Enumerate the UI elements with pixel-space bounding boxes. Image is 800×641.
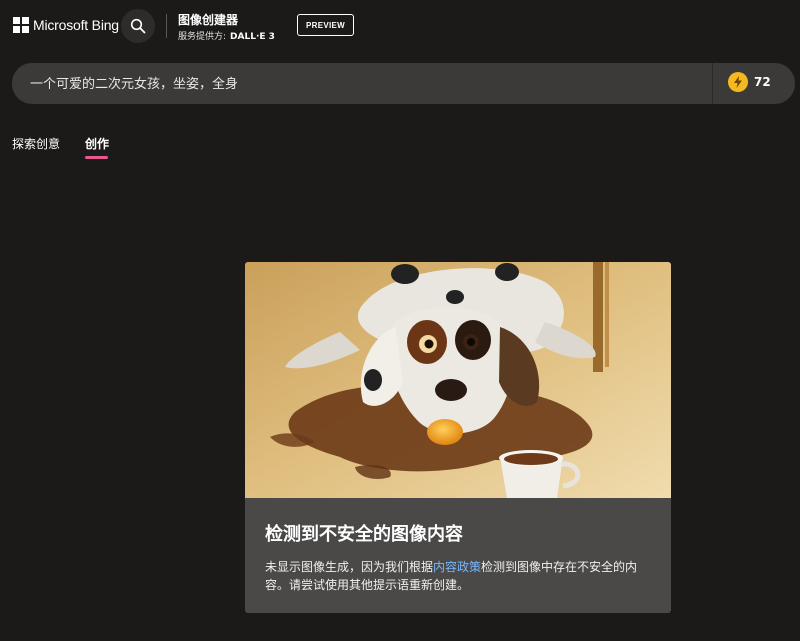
brand-name: Microsoft Bing: [33, 17, 119, 33]
card-message-prefix: 未显示图像生成，因为我们根据: [265, 560, 434, 574]
active-tab-indicator: [85, 156, 108, 159]
bing-brand-link[interactable]: Microsoft Bing: [13, 17, 119, 33]
provider-label: 服务提供方:: [178, 32, 227, 42]
lightning-icon: [728, 72, 748, 92]
unsafe-content-card: 检测到不安全的图像内容 未显示图像生成，因为我们根据内容政策检测到图像中存在不安…: [245, 262, 671, 613]
provider-name: DALL·E 3: [230, 32, 275, 42]
prompt-bar: 72: [12, 63, 795, 104]
blocked-placeholder-image: [245, 262, 671, 498]
tab-explore[interactable]: 探索创意: [12, 135, 60, 152]
header-divider: [166, 14, 167, 38]
content-policy-link[interactable]: 内容政策: [433, 560, 481, 574]
page: Microsoft Bing 图像创建器 服务提供方: DALL·E 3 PREV…: [0, 0, 800, 641]
top-header: Microsoft Bing 图像创建器 服务提供方: DALL·E 3 PREV…: [0, 0, 800, 56]
search-button[interactable]: [121, 9, 155, 43]
app-title: 图像创建器: [178, 13, 239, 27]
provider-line: 服务提供方: DALL·E 3: [178, 29, 275, 42]
card-message: 未显示图像生成，因为我们根据内容政策检测到图像中存在不安全的内容。请尝试使用其他…: [265, 558, 657, 594]
card-title: 检测到不安全的图像内容: [265, 524, 463, 545]
prompt-input[interactable]: [30, 75, 690, 90]
tab-create[interactable]: 创作: [85, 135, 109, 152]
prompt-divider: [712, 63, 713, 104]
microsoft-logo-icon: [13, 17, 29, 33]
boosts-counter[interactable]: 72: [728, 72, 771, 92]
boosts-count: 72: [754, 75, 771, 89]
preview-badge: PREVIEW: [297, 14, 354, 36]
search-icon: [130, 18, 146, 34]
